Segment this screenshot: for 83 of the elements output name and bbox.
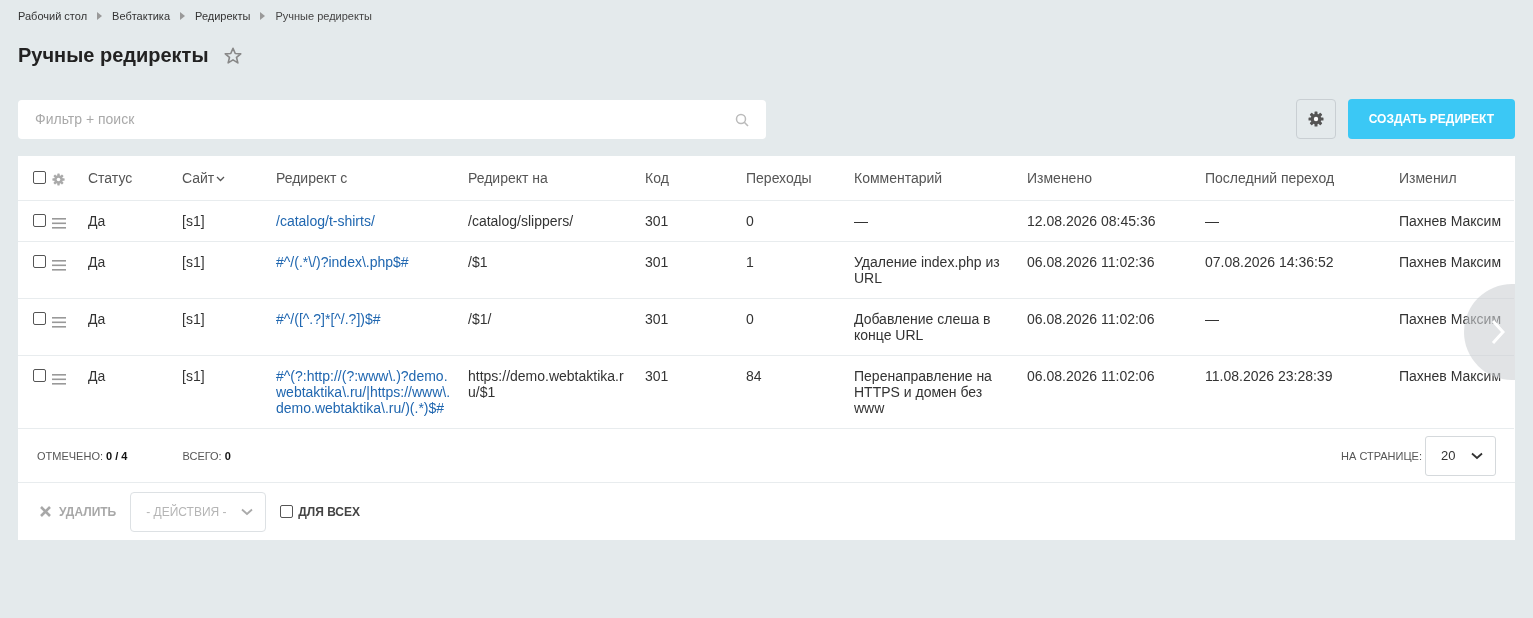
redirect-from-link[interactable]: #^(?:http://(?:www\.)?demo.webtaktika\.ru/|https://www\.demo.webtaktika\.ru/)(.*)$#	[276, 368, 452, 417]
column-header[interactable]: Переходы	[746, 170, 812, 186]
changed-date: 12.08.2026 08:45:36	[1027, 213, 1156, 229]
redirect-from-link[interactable]: #^/(.*\/)?index\.php$#	[276, 254, 452, 271]
settings-icon	[1307, 111, 1324, 127]
code-text: 301	[645, 311, 669, 328]
redirect-to-text: /catalog/slippers/	[468, 213, 574, 229]
code-text: 301	[645, 213, 669, 229]
status-text: Да	[88, 311, 106, 328]
redirect-to-text: /$1	[468, 254, 488, 271]
sort-caret-icon	[216, 176, 226, 183]
for-all-label: ДЛЯ ВСЕХ	[298, 503, 361, 521]
breadcrumb-separator-icon	[97, 12, 103, 20]
site-id-text: [s1]	[182, 254, 205, 271]
hits-count: 84	[746, 368, 762, 385]
last-hit-date: —	[1205, 311, 1219, 328]
settings-icon	[52, 172, 65, 186]
last-hit-date: —	[1205, 213, 1219, 229]
code-text: 301	[645, 254, 669, 271]
favorite-star-icon[interactable]	[224, 46, 243, 65]
comment-text: —	[854, 213, 868, 229]
breadcrumb-current: Ручные редиректы	[275, 8, 372, 24]
column-header[interactable]: Сайт	[182, 170, 226, 186]
last-hit-date: 11.08.2026 23:28:39	[1205, 368, 1333, 385]
comment-text: Перенаправление на HTTPS и домен без www	[854, 368, 992, 417]
per-page-select[interactable]: 20	[1425, 435, 1496, 476]
row-checkbox[interactable]	[33, 369, 46, 383]
for-all-checkbox[interactable]	[280, 505, 294, 519]
row-checkbox[interactable]	[33, 312, 46, 326]
author-name: Пахнев Максим	[1399, 254, 1502, 271]
search-icon	[735, 112, 749, 127]
column-header[interactable]: Редирект на	[468, 170, 548, 186]
comment-text: Удаление index.php из URL	[854, 254, 1000, 287]
status-text: Да	[88, 368, 106, 385]
hits-count: 0	[746, 311, 754, 328]
last-hit-date: 07.08.2026 14:36:52	[1205, 254, 1334, 271]
site-id-text: [s1]	[182, 311, 205, 328]
breadcrumb-separator-icon	[260, 12, 266, 20]
breadcrumb-separator-icon	[180, 12, 186, 20]
drag-handle-icon[interactable]	[52, 373, 66, 385]
drag-handle-icon[interactable]	[52, 316, 66, 328]
filter-search-field[interactable]: Фильтр + поиск	[18, 99, 766, 139]
author-name: Пахнев Максим	[1399, 213, 1502, 229]
column-header[interactable]: Код	[645, 170, 669, 186]
redirect-from-link[interactable]: #^/([^.?]*[^/.?])$#	[276, 311, 452, 328]
column-header[interactable]: Редирект с	[276, 170, 348, 186]
author-name: Пахнев Максим	[1399, 368, 1502, 385]
close-icon	[40, 506, 51, 518]
redirect-from-link[interactable]: /catalog/t-shirts/	[276, 213, 452, 229]
total-count: ВСЕГО: 0	[182, 448, 231, 464]
comment-text: Добавление слеша в конце URL	[854, 311, 991, 344]
select-all-checkbox[interactable]	[33, 171, 46, 184]
breadcrumb-link[interactable]: Редиректы	[195, 7, 251, 25]
site-id-text: [s1]	[182, 368, 205, 385]
selected-count: ОТМЕЧЕНО: 0 / 4	[37, 448, 128, 464]
redirect-to-text: /$1/	[468, 311, 492, 328]
status-text: Да	[88, 213, 106, 229]
status-text: Да	[88, 254, 106, 271]
settings-button[interactable]	[1295, 99, 1336, 139]
breadcrumb-link[interactable]: Вебтактика	[112, 7, 171, 25]
row-checkbox[interactable]	[33, 214, 46, 227]
row-checkbox[interactable]	[33, 255, 46, 269]
dropdown-caret-icon	[1471, 451, 1483, 460]
column-header[interactable]: Изменено	[1027, 170, 1092, 186]
breadcrumb-link[interactable]: Рабочий стол	[18, 7, 88, 25]
changed-date: 06.08.2026 11:02:06	[1027, 368, 1155, 385]
page-title: Ручные редиректы	[18, 43, 209, 67]
redirect-to-text: https://demo.webtaktika.ru/$1	[468, 368, 624, 401]
code-text: 301	[645, 368, 669, 385]
changed-date: 06.08.2026 11:02:36	[1027, 254, 1155, 271]
changed-date: 06.08.2026 11:02:06	[1027, 311, 1155, 328]
dropdown-caret-icon	[241, 507, 254, 516]
site-id-text: [s1]	[182, 213, 205, 229]
column-header[interactable]: Изменил	[1399, 170, 1457, 186]
column-header[interactable]: Последний переход	[1205, 170, 1335, 186]
drag-handle-icon[interactable]	[52, 218, 66, 230]
hits-count: 1	[746, 254, 754, 271]
column-header[interactable]: Комментарий	[854, 170, 943, 186]
author-name: Пахнев Максим	[1399, 311, 1502, 328]
per-page-label: НА СТРАНИЦЕ:	[1341, 448, 1422, 464]
column-header[interactable]: Статус	[88, 170, 133, 186]
hits-count: 0	[746, 213, 754, 229]
drag-handle-icon[interactable]	[52, 259, 66, 271]
